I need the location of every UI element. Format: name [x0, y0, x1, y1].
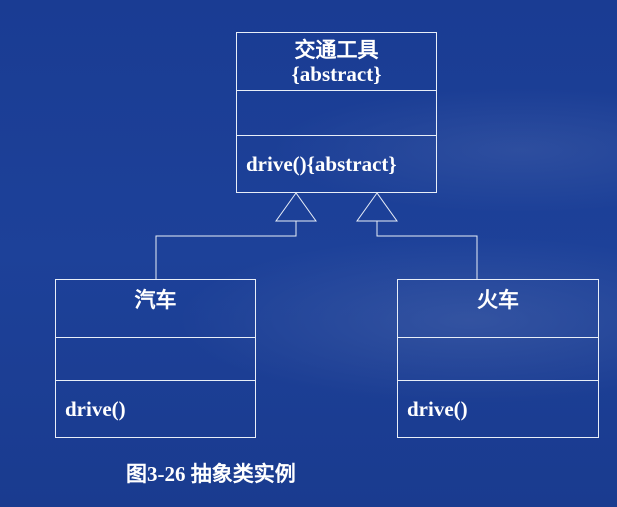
- train-class-name: 火车: [477, 288, 519, 312]
- figure-caption: 图3-26 抽象类实例: [126, 462, 296, 486]
- vehicle-class-box: 交通工具 {abstract} drive(){abstract}: [236, 32, 437, 193]
- car-attributes-section: [56, 338, 255, 381]
- car-class-name: 汽车: [134, 288, 177, 312]
- vehicle-abstract-stereotype: {abstract}: [291, 61, 382, 86]
- car-class-box: 汽车 drive(): [55, 279, 256, 438]
- vehicle-attributes-section: [237, 91, 436, 136]
- train-class-box: 火车 drive(): [397, 279, 599, 438]
- car-inheritance-line: [155, 221, 297, 279]
- train-name-section: 火车: [398, 280, 598, 338]
- car-operations-section: drive(): [56, 381, 255, 437]
- train-inheritance-arrowhead: [356, 192, 398, 222]
- train-drive-operation: drive(): [407, 396, 468, 421]
- car-inheritance-arrowhead: [275, 192, 317, 222]
- vehicle-drive-operation: drive(){abstract}: [246, 151, 397, 176]
- train-operations-section: drive(): [398, 381, 598, 437]
- vehicle-class-name: 交通工具: [294, 37, 379, 62]
- train-attributes-section: [398, 338, 598, 381]
- vehicle-name-section: 交通工具 {abstract}: [237, 33, 436, 91]
- train-inheritance-line: [376, 221, 478, 279]
- vehicle-operations-section: drive(){abstract}: [237, 136, 436, 192]
- car-drive-operation: drive(): [65, 396, 126, 421]
- car-name-section: 汽车: [56, 280, 255, 338]
